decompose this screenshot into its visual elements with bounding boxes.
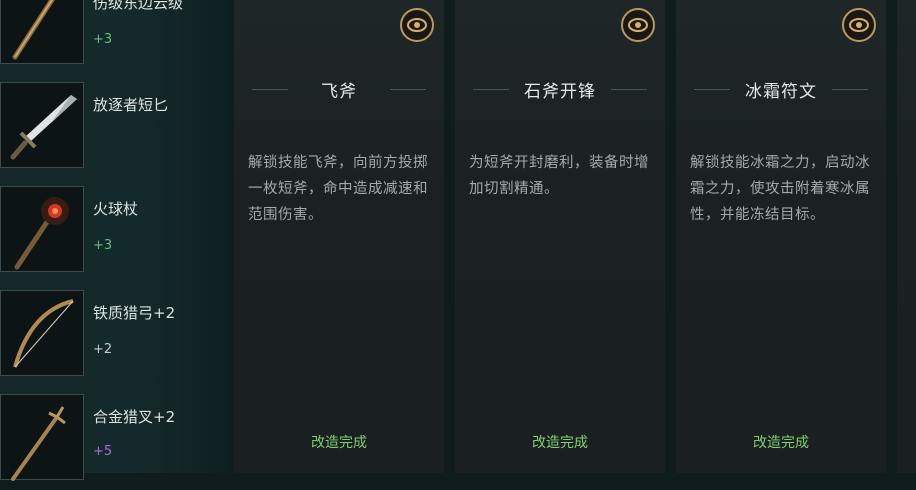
fireball-staff-icon: [14, 197, 69, 270]
card-description: 解锁技能冰霜之力，启动冰霜之力，使攻击附着寒冰属性，并能冻结目标。: [690, 155, 870, 223]
weapon-thumbnail: [0, 394, 84, 481]
staff-weapon-icon: [12, 0, 55, 60]
weapon-thumbnail: [0, 82, 84, 168]
status-text: 改造完成: [753, 435, 809, 451]
status-text: 改造完成: [311, 435, 367, 451]
weapon-list: 伤级东边云级 +3 放逐者短匕 火球杖 +3 铁质猎弓+2 +2 合金猎叉+2 …: [0, 0, 232, 481]
weapon-thumbnail: [0, 0, 84, 64]
bow-weapon-icon: [13, 299, 74, 368]
weapon-name: 铁质猎弓+2: [93, 304, 176, 322]
eye-icon[interactable]: [842, 8, 876, 42]
weapon-thumbnail: [0, 186, 84, 272]
weapon-item-1[interactable]: 放逐者短匕: [0, 82, 218, 178]
rune-card[interactable]: 冰霜符文 解锁技能冰霜之力，启动冰霜之力，使攻击附着寒冰属性，并能冻结目标。 改…: [676, 0, 886, 473]
title-divider: [832, 89, 868, 90]
card-description: 解锁技能飞斧，向前方投掷一枚短斧，命中造成减速和范围伤害。: [248, 155, 428, 223]
weapon-name: 伤级东边云级: [93, 0, 184, 12]
weapon-item-0[interactable]: 伤级东边云级 +3: [0, 0, 218, 74]
trident-weapon-icon: [11, 406, 66, 481]
status-text: 改造完成: [532, 435, 588, 451]
weapon-name: 火球杖: [93, 200, 139, 218]
rune-card[interactable]: 石斧开锋 为短斧开封磨利，装备时增加切割精通。 改造完成: [455, 0, 665, 473]
rune-card-partial: [897, 0, 916, 473]
title-divider: [390, 89, 426, 90]
weapon-name: 合金猎叉+2: [93, 408, 176, 426]
eye-icon[interactable]: [621, 8, 655, 42]
eye-icon[interactable]: [400, 8, 434, 42]
dagger-weapon-icon: [10, 95, 77, 160]
title-divider: [611, 89, 647, 90]
weapon-bonus: +5: [93, 444, 113, 459]
weapon-bonus: +3: [93, 238, 113, 253]
rune-card[interactable]: 飞斧 解锁技能飞斧，向前方投掷一枚短斧，命中造成减速和范围伤害。 改造完成: [234, 0, 444, 473]
weapon-bonus: +3: [93, 32, 113, 47]
weapon-item-4[interactable]: 合金猎叉+2 +5: [0, 394, 218, 490]
weapon-bonus: +2: [93, 342, 113, 357]
weapon-item-3[interactable]: 铁质猎弓+2 +2: [0, 290, 218, 386]
weapon-name: 放逐者短匕: [93, 96, 169, 114]
weapon-item-2[interactable]: 火球杖 +3: [0, 186, 218, 282]
weapon-thumbnail: [0, 290, 84, 376]
card-description: 为短斧开封磨利，装备时增加切割精通。: [469, 155, 649, 197]
